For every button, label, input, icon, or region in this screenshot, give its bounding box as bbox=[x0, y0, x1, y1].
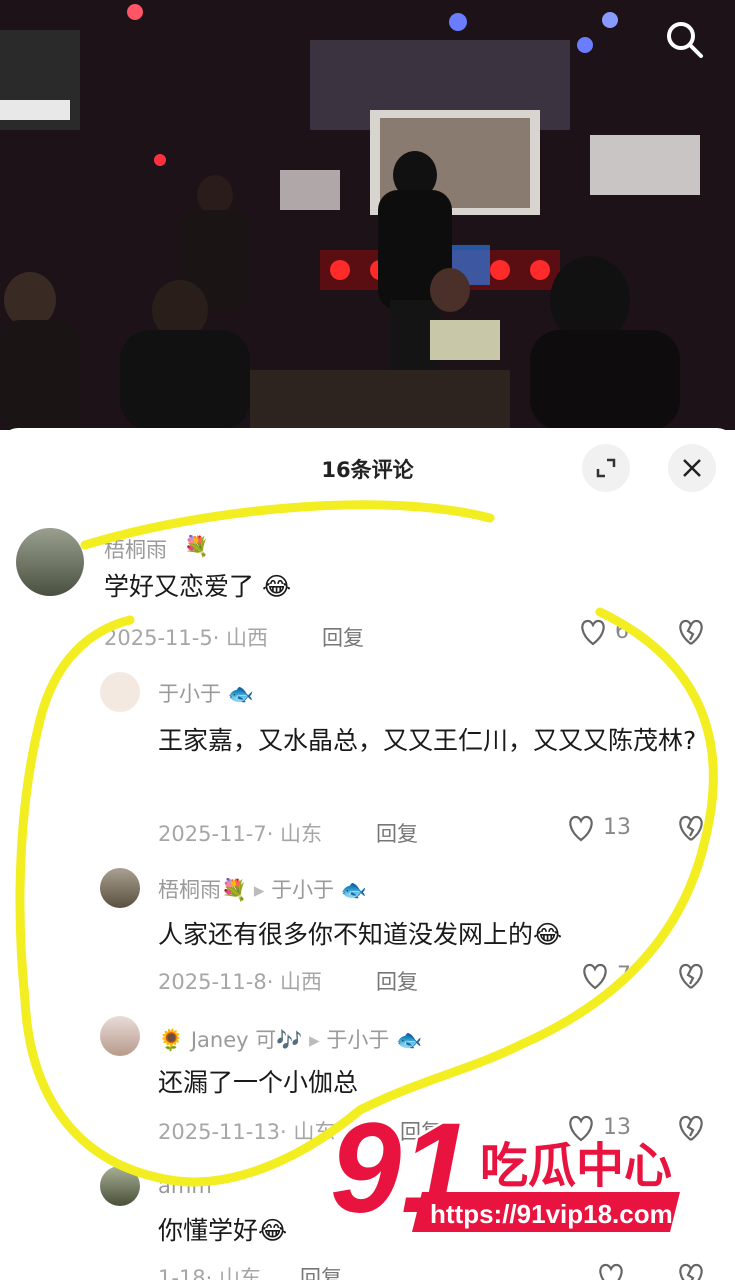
fish-icon: 🐟 bbox=[227, 682, 254, 706]
like-button[interactable]: 6 bbox=[578, 618, 629, 646]
comment-author[interactable]: 梧桐雨💐 ▸ 于小于 🐟 bbox=[158, 874, 367, 904]
flower-emoji-icon: 💐 bbox=[221, 878, 248, 902]
reply-button[interactable]: 回复 bbox=[300, 1262, 342, 1280]
close-button[interactable] bbox=[668, 444, 716, 492]
dislike-button[interactable] bbox=[676, 962, 706, 990]
comment-text: 学好又恋爱了 😂 bbox=[104, 572, 292, 601]
comment-author[interactable]: 于小于 🐟 bbox=[158, 678, 254, 708]
laugh-cry-emoji-icon: 😂 bbox=[533, 920, 563, 949]
watermark: 91 吃瓜中心 https://91vip18.com bbox=[328, 1095, 710, 1250]
heart-icon bbox=[581, 619, 605, 646]
heart-icon bbox=[583, 963, 607, 990]
dislike-button[interactable] bbox=[676, 618, 706, 646]
expand-icon bbox=[596, 458, 616, 478]
laugh-cry-emoji-icon: 😂 bbox=[258, 1216, 288, 1245]
laugh-cry-emoji-icon: 😂 bbox=[261, 572, 292, 601]
close-icon bbox=[683, 459, 701, 477]
comment-text: 人家还有很多你不知道没发网上的😂 bbox=[158, 920, 563, 949]
broken-heart-icon bbox=[679, 619, 703, 645]
heart-icon bbox=[599, 1263, 623, 1280]
comment-meta: 1-18· 山东 bbox=[158, 1266, 262, 1280]
dislike-button[interactable] bbox=[676, 814, 706, 842]
reply-button[interactable]: 回复 bbox=[376, 966, 418, 996]
comment-author[interactable]: 🌻 Janey 可🎶 ▸ 于小于 🐟 bbox=[158, 1024, 422, 1054]
sunflower-icon: 🌻 bbox=[158, 1028, 185, 1052]
comment-meta: 2025-11-13· 山东 bbox=[158, 1120, 336, 1144]
comment-text: 你懂学好😂 bbox=[158, 1216, 288, 1245]
broken-heart-icon bbox=[679, 963, 703, 989]
reply-button[interactable]: 回复 bbox=[322, 622, 364, 652]
video-background[interactable] bbox=[0, 0, 735, 430]
comment-author[interactable]: 梧桐雨 bbox=[104, 534, 167, 564]
flower-emoji-icon: 💐 bbox=[184, 534, 209, 558]
like-button[interactable] bbox=[596, 1262, 626, 1280]
watermark-title: 吃瓜中心 bbox=[480, 1138, 672, 1194]
avatar[interactable] bbox=[100, 1166, 140, 1206]
reply-arrow-icon: ▸ bbox=[253, 878, 265, 902]
like-button[interactable]: 13 bbox=[566, 814, 631, 842]
search-icon[interactable] bbox=[663, 18, 707, 62]
comment-meta: 2025-11-7· 山东 bbox=[158, 822, 323, 846]
like-button[interactable]: 7 bbox=[580, 962, 631, 990]
avatar[interactable] bbox=[100, 1016, 140, 1056]
comment-text: 还漏了一个小伽总 bbox=[158, 1068, 359, 1097]
comment-meta: 2025-11-8· 山西 bbox=[158, 970, 323, 994]
avatar[interactable] bbox=[100, 868, 140, 908]
reply-button[interactable]: 回复 bbox=[376, 818, 418, 848]
expand-button[interactable] bbox=[582, 444, 630, 492]
fish-icon: 🐟 bbox=[340, 878, 367, 902]
comment-author[interactable]: amm bbox=[158, 1174, 212, 1198]
music-note-icon: 🎶 bbox=[276, 1028, 303, 1052]
nightclub-scene-image bbox=[0, 0, 735, 430]
broken-heart-icon bbox=[679, 1263, 703, 1280]
heart-icon bbox=[569, 815, 593, 842]
reply-arrow-icon: ▸ bbox=[309, 1028, 320, 1052]
broken-heart-icon bbox=[679, 815, 703, 841]
avatar[interactable] bbox=[16, 528, 84, 596]
dislike-button[interactable] bbox=[676, 1262, 706, 1280]
fish-icon: 🐟 bbox=[396, 1028, 423, 1052]
avatar[interactable] bbox=[100, 672, 140, 712]
watermark-url: https://91vip18.com bbox=[430, 1199, 673, 1229]
comment-meta: 2025-11-5· 山西 bbox=[104, 626, 269, 650]
comment-text: 王家嘉，又水晶总，又又王仁川，又又又陈茂林? bbox=[158, 726, 697, 755]
